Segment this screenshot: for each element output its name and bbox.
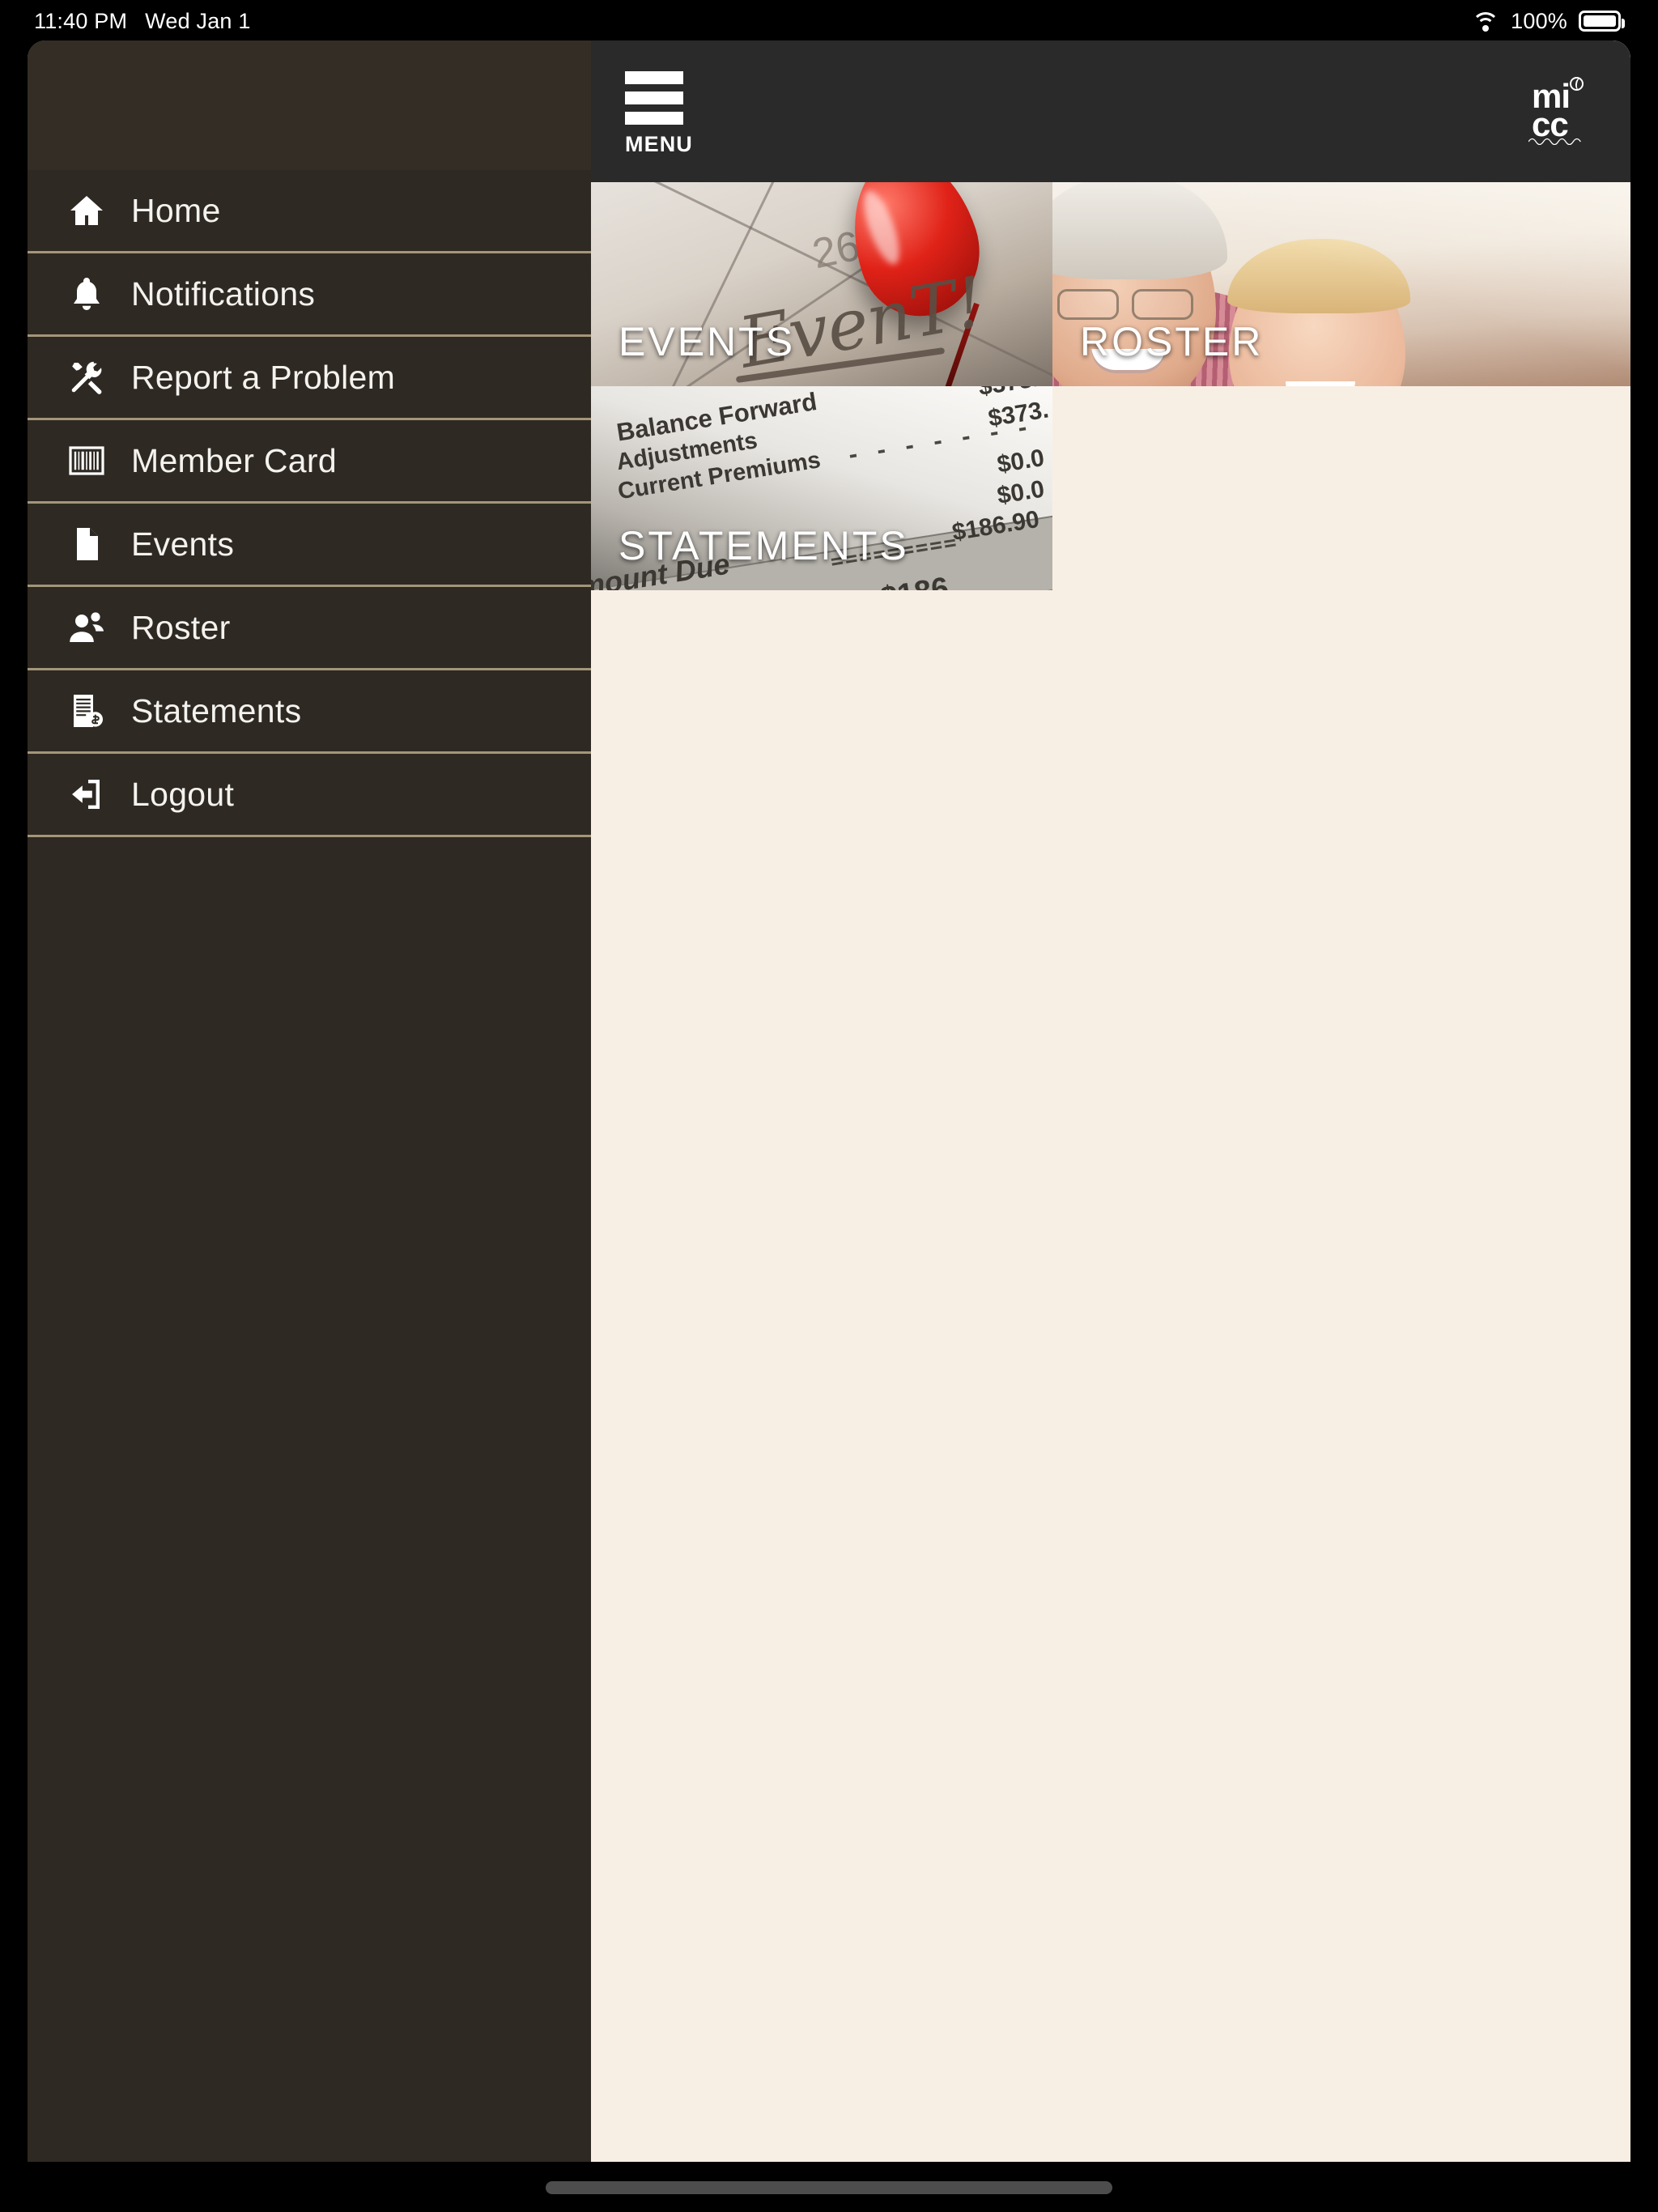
- battery-full-icon: [1579, 11, 1625, 32]
- sidebar-item-label: Notifications: [131, 274, 316, 313]
- sidebar-item-roster[interactable]: Roster: [28, 587, 591, 670]
- tile-roster[interactable]: ROSTER: [1052, 182, 1630, 386]
- tile-label: EVENTS: [619, 319, 796, 364]
- statement-value-5: $186.90: [950, 505, 1042, 547]
- tennis-ball-icon: [1570, 76, 1584, 91]
- status-bar-right: 100%: [1472, 8, 1625, 34]
- home-indicator[interactable]: [546, 2181, 1112, 2194]
- app-window: Home Notifications Report a Problem Memb…: [28, 40, 1630, 2162]
- bell-icon: [62, 269, 112, 319]
- barcode-icon: [62, 436, 112, 486]
- sidebar-item-notifications[interactable]: Notifications: [28, 253, 591, 337]
- sidebar-item-label: Member Card: [131, 441, 337, 479]
- sidebar-item-home[interactable]: Home: [28, 170, 591, 253]
- sidebar-item-events[interactable]: Events: [28, 504, 591, 587]
- document-icon: [62, 519, 112, 569]
- wave-icon: [1528, 138, 1581, 145]
- sidebar-item-logout[interactable]: Logout: [28, 754, 591, 837]
- menu-button-label: MENU: [625, 131, 693, 156]
- invoice-dollar-icon: [62, 686, 112, 736]
- main-content: MENU mi cc 26 EvenT! EVENTS ROSTER Balan…: [591, 40, 1630, 2162]
- sidebar-item-label: Report a Problem: [131, 358, 396, 396]
- tile-events[interactable]: 26 EvenT! EVENTS: [591, 182, 1052, 386]
- tools-icon: [62, 352, 112, 402]
- menu-button[interactable]: MENU: [625, 66, 693, 157]
- home-icon: [62, 185, 112, 236]
- wifi-icon: [1472, 11, 1500, 32]
- sidebar-item-statements[interactable]: Statements: [28, 670, 591, 754]
- tile-statements[interactable]: Balance Forward Adjustments Current Prem…: [591, 386, 1052, 590]
- sidebar-header: [28, 40, 591, 170]
- sidebar-item-label: Events: [131, 525, 235, 563]
- tile-label: ROSTER: [1080, 319, 1264, 364]
- status-bar-left: 11:40 PM Wed Jan 1: [34, 9, 251, 34]
- logout-icon: [62, 769, 112, 819]
- sidebar-item-label: Roster: [131, 608, 231, 646]
- sidebar-item-member-card[interactable]: Member Card: [28, 420, 591, 504]
- statement-amount-due-value: $186: [878, 571, 951, 590]
- people-icon: [62, 602, 112, 653]
- app-top-bar: MENU mi cc: [591, 40, 1630, 182]
- status-time: 11:40 PM: [34, 8, 128, 33]
- sidebar-drawer: Home Notifications Report a Problem Memb…: [28, 40, 591, 2162]
- statement-value-4: $0.0: [995, 475, 1047, 510]
- hamburger-icon: [625, 91, 683, 104]
- status-bar: 11:40 PM Wed Jan 1 100%: [0, 0, 1658, 42]
- hamburger-icon: [625, 70, 683, 84]
- micc-logo[interactable]: mi cc: [1528, 76, 1585, 145]
- sidebar-item-report-a-problem[interactable]: Report a Problem: [28, 337, 591, 420]
- sidebar-item-label: Home: [131, 191, 221, 229]
- statement-value-3: $0.0: [995, 444, 1047, 479]
- hamburger-icon: [625, 111, 683, 125]
- status-date: Wed Jan 1: [145, 8, 251, 33]
- sidebar-item-label: Logout: [131, 775, 235, 813]
- sidebar-item-label: Statements: [131, 691, 302, 730]
- tile-label: STATEMENTS: [619, 523, 909, 568]
- statement-balance-received: Balance Forward: [761, 386, 952, 388]
- battery-percent: 100%: [1511, 8, 1567, 33]
